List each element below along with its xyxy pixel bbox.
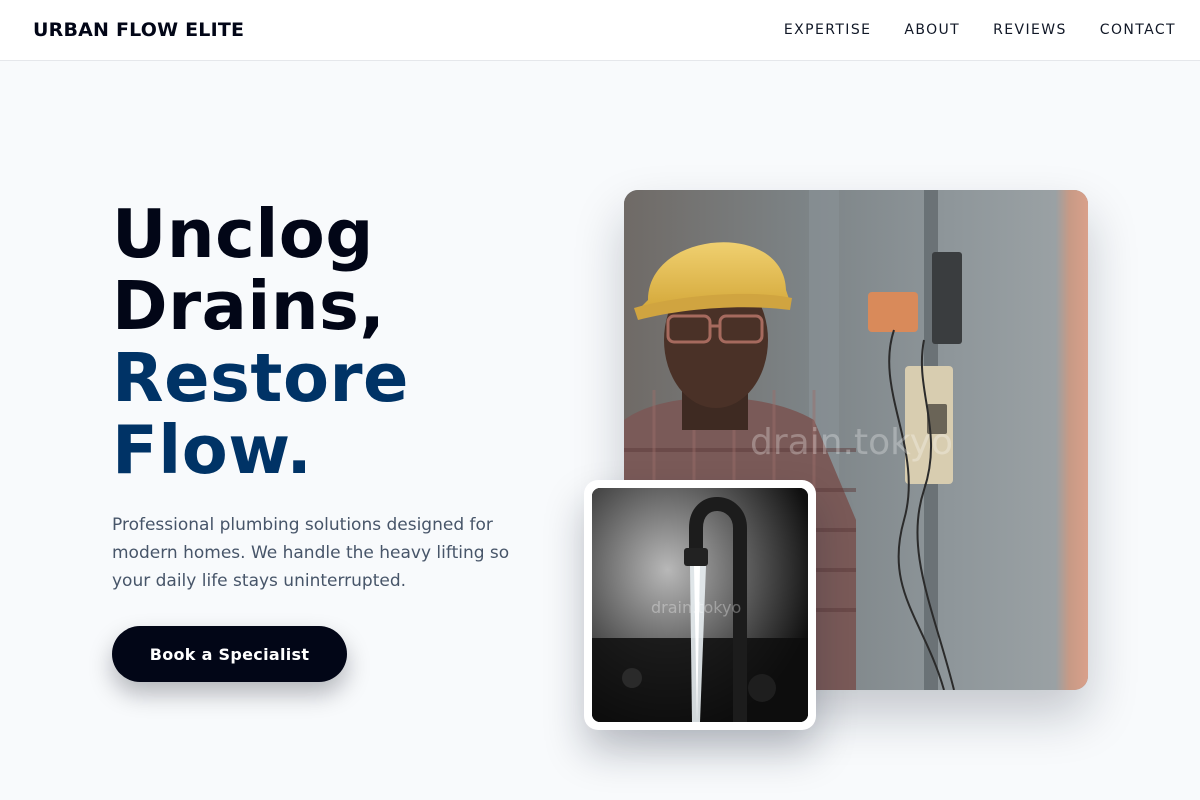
main-nav: EXPERTISE ABOUT REVIEWS CONTACT: [784, 22, 1176, 38]
nav-link-contact[interactable]: CONTACT: [1100, 22, 1176, 38]
nav-link-about[interactable]: ABOUT: [904, 22, 960, 38]
hero-title-line-1: Unclog: [112, 195, 374, 273]
faucet-photo-illustration: [592, 488, 808, 722]
site-header: URBAN FLOW ELITE EXPERTISE ABOUT REVIEWS…: [0, 0, 1200, 61]
nav-link-expertise[interactable]: EXPERTISE: [784, 22, 871, 38]
hero-title: Unclog Drains, Restore Flow.: [112, 198, 409, 486]
hero-title-line-2: Drains,: [112, 267, 386, 345]
book-specialist-button[interactable]: Book a Specialist: [112, 626, 347, 682]
hero-title-line-3: Restore: [112, 339, 409, 417]
brand-logo[interactable]: URBAN FLOW ELITE: [33, 19, 244, 41]
hero-title-line-4: Flow.: [112, 411, 313, 489]
faucet-photo: drain.tokyo: [592, 488, 808, 722]
faucet-photo-card: drain.tokyo: [584, 480, 816, 730]
hero-subtitle: Professional plumbing solutions designed…: [112, 515, 510, 591]
nav-link-reviews[interactable]: REVIEWS: [993, 22, 1067, 38]
